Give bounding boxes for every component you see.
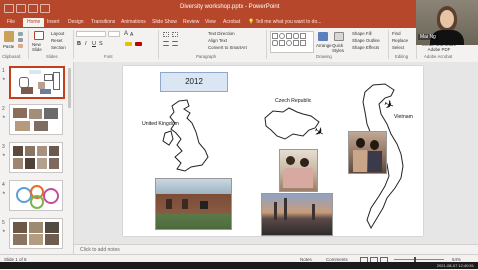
photo-industrial-czech[interactable] (261, 193, 333, 236)
highlight-color-icon[interactable] (125, 42, 132, 46)
thumbnail-scrollbar[interactable] (68, 68, 71, 108)
ribbon: Paste Clipboard New Slide Layout Reset S… (0, 28, 478, 63)
webcam-video: Mai Ng (416, 0, 478, 45)
paste-button[interactable]: Paste (3, 44, 14, 49)
grow-font-button[interactable]: A (124, 31, 128, 37)
transition-star-icon: ★ (2, 114, 6, 119)
quick-styles-icon[interactable] (334, 32, 344, 41)
tab-view[interactable]: View (205, 19, 216, 25)
format-painter-icon[interactable] (18, 44, 23, 48)
group-label-adobe: Adobe Acrobat (424, 54, 453, 59)
os-taskbar: 2021-08-07 12:40:51 (0, 262, 478, 269)
font-size-field[interactable] (108, 31, 120, 37)
thumb-number: 5 (2, 220, 5, 226)
new-slide-icon[interactable] (34, 31, 44, 40)
find-button[interactable]: Find (392, 31, 401, 36)
text-direction-button[interactable]: Text Direction (208, 31, 235, 36)
reset-button[interactable]: Reset (51, 38, 62, 43)
new-slide-button[interactable]: New Slide (32, 42, 46, 52)
czech-map[interactable] (263, 106, 321, 142)
tab-acrobat[interactable]: Acrobat (223, 19, 240, 25)
copy-icon[interactable] (18, 38, 23, 42)
tab-insert[interactable]: Insert (47, 19, 60, 25)
window-title: Diversity workshop.pptx - PowerPoint (180, 4, 280, 10)
photo-uk-building[interactable] (155, 178, 232, 230)
shape-effects-button[interactable]: Shape Effects (352, 45, 379, 50)
transition-star-icon: ★ (2, 152, 6, 157)
year-textbox[interactable]: 2012 (160, 72, 228, 92)
tab-review[interactable]: Review (183, 19, 199, 25)
slide-thumbnail-1[interactable] (9, 66, 65, 99)
shadow-button[interactable]: S (99, 41, 103, 47)
shape-outline-button[interactable]: Shape Outline (352, 38, 380, 43)
arrange-button[interactable]: Arrange (316, 43, 332, 48)
shrink-font-button[interactable]: A (130, 32, 133, 38)
font-name-field[interactable] (76, 31, 106, 37)
participant-name: Mai Ng (418, 34, 438, 40)
save-icon[interactable] (4, 4, 14, 13)
layout-button[interactable]: Layout (51, 31, 64, 36)
taskbar-clock: 2021-08-07 12:40:51 (436, 263, 474, 268)
group-label-font: Font (104, 54, 113, 59)
thumb-number: 1 (2, 68, 5, 74)
zoom-slider[interactable] (394, 259, 444, 260)
tab-transitions[interactable]: Transitions (91, 19, 115, 25)
font-color-icon[interactable] (135, 42, 142, 46)
tell-me-text: Tell me what you want to do... (255, 19, 322, 25)
tab-slide-show[interactable]: Slide Show (152, 19, 177, 25)
thumb-number: 2 (2, 106, 5, 112)
slide-thumbnail-3[interactable] (9, 142, 63, 173)
replace-button[interactable]: Replace (392, 38, 408, 43)
arrange-icon[interactable] (318, 32, 328, 41)
redo-icon[interactable] (28, 4, 38, 13)
group-label-clipboard: Clipboard (2, 54, 21, 59)
shapes-gallery[interactable] (270, 31, 314, 53)
group-label-paragraph: Paragraph (196, 54, 217, 59)
section-button[interactable]: Section (51, 45, 66, 50)
present-icon[interactable] (40, 4, 50, 13)
group-label-slides: Slides (46, 54, 58, 59)
transition-star-icon: ★ (2, 228, 6, 233)
shape-fill-button[interactable]: Shape Fill (352, 31, 372, 36)
group-label-drawing: Drawing (316, 54, 332, 59)
slide: 2012 United Kingdom Czech Republic Vietn… (123, 66, 423, 236)
slide-thumbnail-5[interactable] (9, 218, 63, 249)
tell-me-search[interactable]: 💡 Tell me what you want to do... (248, 19, 321, 25)
title-bar: Diversity workshop.pptx - PowerPoint (0, 0, 478, 17)
label-czech-republic[interactable]: Czech Republic (275, 98, 311, 104)
center-icon[interactable] (172, 41, 178, 46)
tab-home[interactable]: Home (23, 18, 45, 27)
quick-styles-button[interactable]: Quick Styles (332, 43, 346, 53)
italic-button[interactable]: I (85, 41, 87, 47)
photo-vietnam-portrait[interactable] (348, 131, 387, 174)
person-face (440, 10, 454, 28)
paste-icon[interactable] (4, 31, 14, 42)
bold-button[interactable]: B (77, 41, 81, 47)
align-left-icon[interactable] (163, 41, 169, 46)
bullets-icon[interactable] (163, 32, 169, 37)
slide-thumbnail-2[interactable] (9, 104, 63, 135)
notes-placeholder: Click to add notes (80, 247, 120, 253)
transition-star-icon: ★ (2, 76, 6, 81)
slide-thumbnail-4[interactable] (9, 180, 63, 211)
tab-design[interactable]: Design (68, 19, 84, 25)
thumb-number: 4 (2, 182, 5, 188)
group-label-editing: Editing (395, 54, 409, 59)
tab-animations[interactable]: Animations (121, 19, 146, 25)
underline-button[interactable]: U (92, 41, 96, 47)
uk-map[interactable] (161, 99, 211, 175)
cut-icon[interactable] (18, 32, 23, 36)
photo-family-czech[interactable] (279, 149, 318, 192)
align-text-button[interactable]: Align Text (208, 38, 227, 43)
undo-icon[interactable] (16, 4, 26, 13)
select-button[interactable]: Select (392, 45, 404, 50)
transition-star-icon: ★ (2, 190, 6, 195)
tab-file[interactable]: File (7, 19, 15, 25)
slide-thumbnail-pane: 1 ★ 2 ★ 3 ★ 4 ★ 5 ★ (0, 62, 74, 254)
convert-smartart-button[interactable]: Convert to SmartArt (208, 45, 247, 50)
ribbon-tabs: File Home Insert Design Transitions Anim… (0, 17, 478, 28)
thumb-number: 3 (2, 144, 5, 150)
numbering-icon[interactable] (172, 32, 178, 37)
